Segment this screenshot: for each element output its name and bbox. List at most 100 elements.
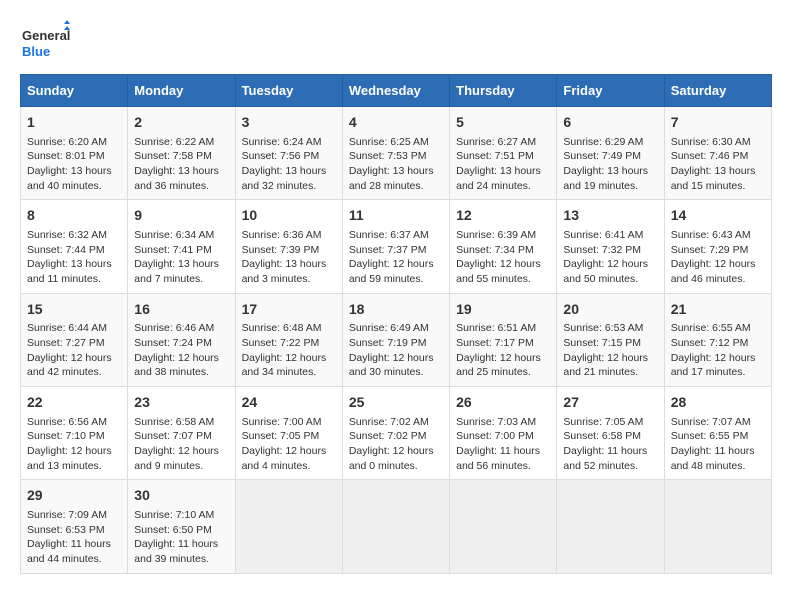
day-number: 26	[456, 393, 550, 413]
calendar-table: SundayMondayTuesdayWednesdayThursdayFrid…	[20, 74, 772, 574]
day-header-tuesday: Tuesday	[235, 75, 342, 107]
day-info: Sunrise: 6:41 AM Sunset: 7:32 PM Dayligh…	[563, 228, 657, 287]
calendar-cell: 17 Sunrise: 6:48 AM Sunset: 7:22 PM Dayl…	[235, 293, 342, 386]
logo: General Blue	[20, 20, 70, 64]
day-info: Sunrise: 7:00 AM Sunset: 7:05 PM Dayligh…	[242, 415, 336, 474]
day-number: 5	[456, 113, 550, 133]
calendar-cell: 5 Sunrise: 6:27 AM Sunset: 7:51 PM Dayli…	[450, 107, 557, 200]
day-number: 10	[242, 206, 336, 226]
day-number: 22	[27, 393, 121, 413]
logo-svg: General Blue	[20, 20, 70, 64]
calendar-cell: 21 Sunrise: 6:55 AM Sunset: 7:12 PM Dayl…	[664, 293, 771, 386]
svg-text:General: General	[22, 28, 70, 43]
calendar-cell: 11 Sunrise: 6:37 AM Sunset: 7:37 PM Dayl…	[342, 200, 449, 293]
calendar-cell: 23 Sunrise: 6:58 AM Sunset: 7:07 PM Dayl…	[128, 387, 235, 480]
day-number: 17	[242, 300, 336, 320]
day-info: Sunrise: 6:30 AM Sunset: 7:46 PM Dayligh…	[671, 135, 765, 194]
calendar-cell: 14 Sunrise: 6:43 AM Sunset: 7:29 PM Dayl…	[664, 200, 771, 293]
day-info: Sunrise: 7:10 AM Sunset: 6:50 PM Dayligh…	[134, 508, 228, 567]
calendar-cell: 28 Sunrise: 7:07 AM Sunset: 6:55 PM Dayl…	[664, 387, 771, 480]
day-number: 8	[27, 206, 121, 226]
calendar-cell: 10 Sunrise: 6:36 AM Sunset: 7:39 PM Dayl…	[235, 200, 342, 293]
day-info: Sunrise: 6:58 AM Sunset: 7:07 PM Dayligh…	[134, 415, 228, 474]
calendar-cell	[557, 480, 664, 573]
day-number: 14	[671, 206, 765, 226]
day-info: Sunrise: 6:20 AM Sunset: 8:01 PM Dayligh…	[27, 135, 121, 194]
calendar-header-row: SundayMondayTuesdayWednesdayThursdayFrid…	[21, 75, 772, 107]
calendar-cell	[235, 480, 342, 573]
calendar-week-4: 22 Sunrise: 6:56 AM Sunset: 7:10 PM Dayl…	[21, 387, 772, 480]
day-info: Sunrise: 6:34 AM Sunset: 7:41 PM Dayligh…	[134, 228, 228, 287]
day-info: Sunrise: 6:53 AM Sunset: 7:15 PM Dayligh…	[563, 321, 657, 380]
day-number: 11	[349, 206, 443, 226]
day-info: Sunrise: 6:44 AM Sunset: 7:27 PM Dayligh…	[27, 321, 121, 380]
calendar-cell: 15 Sunrise: 6:44 AM Sunset: 7:27 PM Dayl…	[21, 293, 128, 386]
day-header-monday: Monday	[128, 75, 235, 107]
day-number: 15	[27, 300, 121, 320]
day-info: Sunrise: 6:55 AM Sunset: 7:12 PM Dayligh…	[671, 321, 765, 380]
calendar-week-2: 8 Sunrise: 6:32 AM Sunset: 7:44 PM Dayli…	[21, 200, 772, 293]
day-info: Sunrise: 6:36 AM Sunset: 7:39 PM Dayligh…	[242, 228, 336, 287]
day-number: 27	[563, 393, 657, 413]
svg-text:Blue: Blue	[22, 44, 50, 59]
calendar-cell: 1 Sunrise: 6:20 AM Sunset: 8:01 PM Dayli…	[21, 107, 128, 200]
calendar-week-5: 29 Sunrise: 7:09 AM Sunset: 6:53 PM Dayl…	[21, 480, 772, 573]
calendar-cell: 3 Sunrise: 6:24 AM Sunset: 7:56 PM Dayli…	[235, 107, 342, 200]
day-number: 4	[349, 113, 443, 133]
calendar-cell: 2 Sunrise: 6:22 AM Sunset: 7:58 PM Dayli…	[128, 107, 235, 200]
day-number: 12	[456, 206, 550, 226]
day-header-thursday: Thursday	[450, 75, 557, 107]
day-number: 6	[563, 113, 657, 133]
day-info: Sunrise: 6:29 AM Sunset: 7:49 PM Dayligh…	[563, 135, 657, 194]
day-info: Sunrise: 7:07 AM Sunset: 6:55 PM Dayligh…	[671, 415, 765, 474]
calendar-week-1: 1 Sunrise: 6:20 AM Sunset: 8:01 PM Dayli…	[21, 107, 772, 200]
day-header-wednesday: Wednesday	[342, 75, 449, 107]
day-number: 21	[671, 300, 765, 320]
calendar-cell: 25 Sunrise: 7:02 AM Sunset: 7:02 PM Dayl…	[342, 387, 449, 480]
day-header-friday: Friday	[557, 75, 664, 107]
calendar-cell: 18 Sunrise: 6:49 AM Sunset: 7:19 PM Dayl…	[342, 293, 449, 386]
day-info: Sunrise: 6:39 AM Sunset: 7:34 PM Dayligh…	[456, 228, 550, 287]
calendar-cell: 29 Sunrise: 7:09 AM Sunset: 6:53 PM Dayl…	[21, 480, 128, 573]
calendar-cell: 7 Sunrise: 6:30 AM Sunset: 7:46 PM Dayli…	[664, 107, 771, 200]
day-number: 16	[134, 300, 228, 320]
day-number: 19	[456, 300, 550, 320]
day-info: Sunrise: 6:25 AM Sunset: 7:53 PM Dayligh…	[349, 135, 443, 194]
day-info: Sunrise: 6:43 AM Sunset: 7:29 PM Dayligh…	[671, 228, 765, 287]
day-info: Sunrise: 7:02 AM Sunset: 7:02 PM Dayligh…	[349, 415, 443, 474]
calendar-cell: 26 Sunrise: 7:03 AM Sunset: 7:00 PM Dayl…	[450, 387, 557, 480]
calendar-cell: 12 Sunrise: 6:39 AM Sunset: 7:34 PM Dayl…	[450, 200, 557, 293]
day-number: 3	[242, 113, 336, 133]
day-number: 30	[134, 486, 228, 506]
day-info: Sunrise: 6:56 AM Sunset: 7:10 PM Dayligh…	[27, 415, 121, 474]
day-info: Sunrise: 6:51 AM Sunset: 7:17 PM Dayligh…	[456, 321, 550, 380]
day-info: Sunrise: 6:22 AM Sunset: 7:58 PM Dayligh…	[134, 135, 228, 194]
calendar-cell: 6 Sunrise: 6:29 AM Sunset: 7:49 PM Dayli…	[557, 107, 664, 200]
day-number: 20	[563, 300, 657, 320]
day-number: 28	[671, 393, 765, 413]
page-header: General Blue	[20, 20, 772, 64]
day-info: Sunrise: 6:48 AM Sunset: 7:22 PM Dayligh…	[242, 321, 336, 380]
day-info: Sunrise: 7:03 AM Sunset: 7:00 PM Dayligh…	[456, 415, 550, 474]
calendar-cell: 24 Sunrise: 7:00 AM Sunset: 7:05 PM Dayl…	[235, 387, 342, 480]
calendar-cell: 19 Sunrise: 6:51 AM Sunset: 7:17 PM Dayl…	[450, 293, 557, 386]
day-number: 1	[27, 113, 121, 133]
calendar-cell	[450, 480, 557, 573]
calendar-cell	[342, 480, 449, 573]
day-number: 18	[349, 300, 443, 320]
calendar-cell: 20 Sunrise: 6:53 AM Sunset: 7:15 PM Dayl…	[557, 293, 664, 386]
day-number: 24	[242, 393, 336, 413]
calendar-cell: 9 Sunrise: 6:34 AM Sunset: 7:41 PM Dayli…	[128, 200, 235, 293]
day-number: 23	[134, 393, 228, 413]
calendar-cell	[664, 480, 771, 573]
calendar-cell: 13 Sunrise: 6:41 AM Sunset: 7:32 PM Dayl…	[557, 200, 664, 293]
day-info: Sunrise: 7:09 AM Sunset: 6:53 PM Dayligh…	[27, 508, 121, 567]
day-header-sunday: Sunday	[21, 75, 128, 107]
day-info: Sunrise: 6:27 AM Sunset: 7:51 PM Dayligh…	[456, 135, 550, 194]
calendar-cell: 4 Sunrise: 6:25 AM Sunset: 7:53 PM Dayli…	[342, 107, 449, 200]
day-number: 13	[563, 206, 657, 226]
day-number: 7	[671, 113, 765, 133]
day-info: Sunrise: 7:05 AM Sunset: 6:58 PM Dayligh…	[563, 415, 657, 474]
calendar-week-3: 15 Sunrise: 6:44 AM Sunset: 7:27 PM Dayl…	[21, 293, 772, 386]
calendar-cell: 16 Sunrise: 6:46 AM Sunset: 7:24 PM Dayl…	[128, 293, 235, 386]
